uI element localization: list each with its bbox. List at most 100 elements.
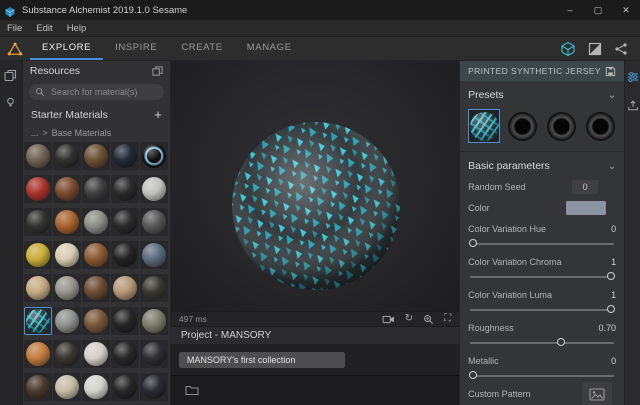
material-thumb[interactable]	[82, 175, 110, 203]
material-thumb[interactable]	[140, 307, 168, 335]
split-view-icon[interactable]	[588, 42, 602, 56]
material-thumb[interactable]	[111, 307, 139, 335]
material-thumb[interactable]	[140, 142, 168, 170]
slider-thumb[interactable]	[607, 272, 615, 280]
material-thumb[interactable]	[111, 175, 139, 203]
collection-chip[interactable]: MANSORY's first collection	[179, 352, 345, 368]
material-thumb[interactable]	[140, 208, 168, 236]
material-thumb[interactable]	[24, 241, 52, 269]
project-body: MANSORY's first collection	[171, 344, 459, 375]
breadcrumb-ellipsis[interactable]: ...	[31, 128, 39, 138]
material-thumb[interactable]	[53, 142, 81, 170]
slider-thumb[interactable]	[557, 338, 565, 346]
preset-thumb[interactable]	[546, 109, 578, 143]
alchemist-logo-icon	[0, 37, 30, 60]
material-thumb[interactable]	[111, 340, 139, 368]
folder-icon[interactable]	[185, 384, 199, 396]
viewport-3d[interactable]	[171, 61, 459, 311]
frame-icon[interactable]: ⛶	[444, 314, 451, 324]
preset-thumb[interactable]	[507, 109, 539, 143]
slider[interactable]	[470, 304, 614, 316]
slider[interactable]	[470, 370, 614, 382]
material-thumb[interactable]	[53, 307, 81, 335]
slider[interactable]	[470, 271, 614, 283]
material-thumb[interactable]	[24, 274, 52, 302]
slider-track[interactable]	[470, 276, 614, 278]
material-thumb[interactable]	[24, 340, 52, 368]
export-icon[interactable]	[627, 99, 639, 111]
material-thumb[interactable]	[24, 208, 52, 236]
slider-thumb[interactable]	[469, 371, 477, 379]
basic-parameters-title: Basic parameters	[468, 160, 608, 172]
presets-section-header[interactable]: Presets ⌄	[460, 85, 624, 105]
material-thumb[interactable]	[53, 340, 81, 368]
material-thumb[interactable]	[111, 373, 139, 401]
material-thumb[interactable]	[24, 373, 52, 401]
material-thumb[interactable]	[53, 175, 81, 203]
material-thumb[interactable]	[53, 274, 81, 302]
material-thumb[interactable]	[140, 373, 168, 401]
tab-inspire[interactable]: INSPIRE	[103, 37, 169, 60]
material-thumb[interactable]	[53, 208, 81, 236]
material-thumb[interactable]	[111, 142, 139, 170]
breadcrumb-current[interactable]: Base Materials	[52, 128, 112, 138]
orbit-icon[interactable]: ↻	[405, 314, 413, 324]
add-material-button[interactable]: +	[154, 110, 162, 120]
library-panels-icon[interactable]	[4, 69, 17, 82]
material-thumb[interactable]	[140, 274, 168, 302]
preset-thumb[interactable]	[584, 109, 616, 143]
material-thumb[interactable]	[24, 307, 52, 335]
material-thumb[interactable]	[82, 340, 110, 368]
tab-create[interactable]: CREATE	[169, 37, 234, 60]
material-thumb[interactable]	[111, 274, 139, 302]
material-thumb[interactable]	[140, 340, 168, 368]
camera-icon[interactable]	[382, 315, 395, 324]
preset-thumb[interactable]	[468, 109, 500, 143]
save-icon[interactable]	[605, 66, 616, 77]
slider-thumb[interactable]	[469, 239, 477, 247]
material-thumb[interactable]	[82, 373, 110, 401]
basic-parameters-header[interactable]: Basic parameters ⌄	[460, 156, 624, 176]
slider-track[interactable]	[470, 309, 614, 311]
menu-edit[interactable]: Edit	[29, 23, 59, 34]
view-3d-icon[interactable]	[560, 41, 576, 57]
node-graph-icon[interactable]	[614, 42, 628, 56]
menu-file[interactable]: File	[0, 23, 29, 34]
material-thumb[interactable]	[82, 307, 110, 335]
random-seed-value[interactable]: 0	[572, 180, 598, 194]
material-thumb[interactable]	[111, 208, 139, 236]
color-swatch[interactable]	[566, 201, 606, 215]
maximize-button[interactable]: ▢	[584, 0, 612, 20]
slider-track[interactable]	[470, 243, 614, 245]
custom-pattern-picker[interactable]	[582, 382, 612, 405]
menu-help[interactable]: Help	[60, 23, 94, 34]
material-sphere-thumb	[142, 375, 166, 399]
minimize-button[interactable]: –	[556, 0, 584, 20]
tab-manage[interactable]: MANAGE	[235, 37, 304, 60]
material-thumb[interactable]	[53, 373, 81, 401]
slider[interactable]	[470, 337, 614, 349]
material-thumb[interactable]	[111, 241, 139, 269]
slider-thumb[interactable]	[607, 305, 615, 313]
material-thumb[interactable]	[140, 241, 168, 269]
tune-sliders-icon[interactable]	[627, 71, 639, 83]
search-box[interactable]	[29, 84, 164, 100]
material-thumb[interactable]	[82, 241, 110, 269]
material-thumb[interactable]	[24, 142, 52, 170]
zoom-icon[interactable]	[423, 314, 434, 325]
slider-track[interactable]	[470, 375, 614, 377]
slider[interactable]	[470, 238, 614, 250]
material-thumb[interactable]	[82, 142, 110, 170]
material-thumb[interactable]	[140, 175, 168, 203]
material-thumb[interactable]	[82, 274, 110, 302]
close-button[interactable]: ✕	[612, 0, 640, 20]
pop-out-icon[interactable]	[152, 66, 163, 77]
material-thumb[interactable]	[82, 208, 110, 236]
material-sphere[interactable]	[231, 121, 401, 291]
lamp-icon[interactable]	[4, 96, 17, 109]
search-input[interactable]	[49, 86, 163, 98]
slider-track[interactable]	[470, 342, 614, 344]
material-thumb[interactable]	[53, 241, 81, 269]
tab-explore[interactable]: EXPLORE	[30, 37, 103, 60]
material-thumb[interactable]	[24, 175, 52, 203]
